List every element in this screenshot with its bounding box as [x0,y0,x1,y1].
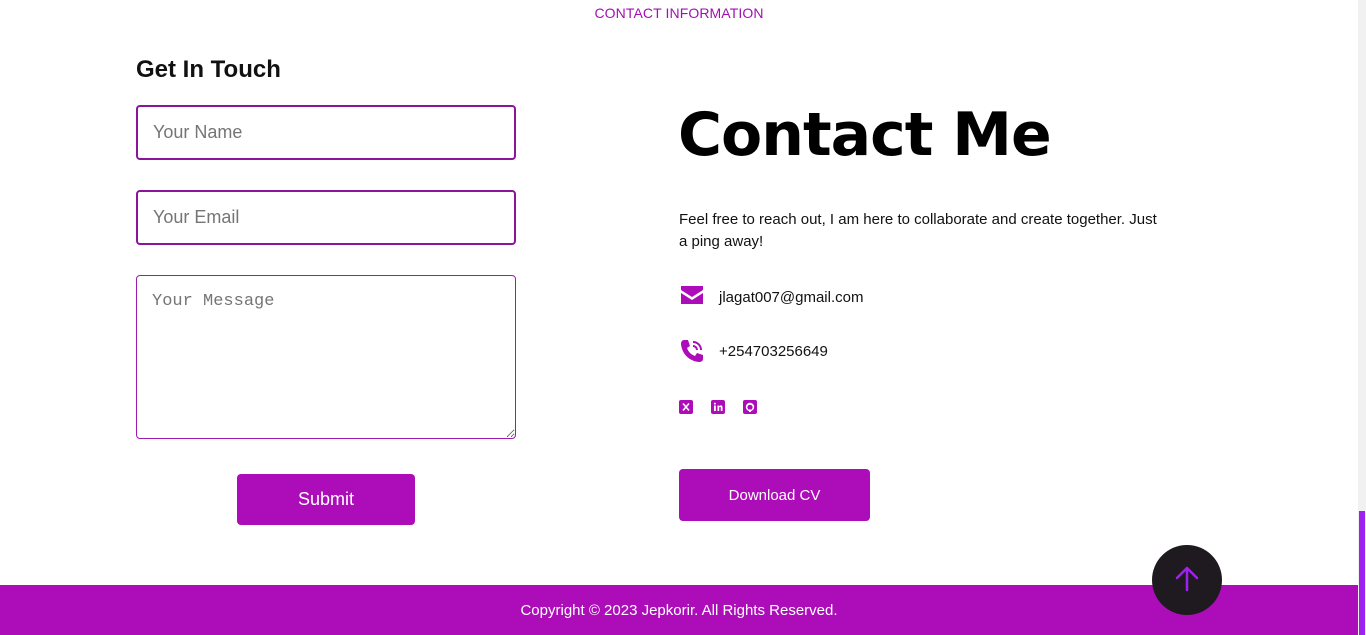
scrollbar-track[interactable] [1358,0,1366,635]
github-icon[interactable] [743,400,757,414]
linkedin-icon[interactable] [711,400,725,414]
submit-button[interactable]: Submit [237,474,415,525]
x-icon[interactable] [679,400,693,414]
phone-icon [679,338,705,364]
contact-heading: Contact Me [678,100,1052,170]
message-textarea[interactable] [136,275,516,439]
phone-row: +254703256649 [679,338,828,364]
email-input[interactable] [136,190,516,245]
email-text[interactable]: jlagat007@gmail.com [719,289,863,306]
download-cv-button[interactable]: Download CV [679,469,870,521]
name-input[interactable] [136,105,516,160]
section-label: CONTACT INFORMATION [594,5,764,21]
envelope-icon [679,284,705,310]
footer-copyright: Copyright © 2023 Jepkorir. All Rights Re… [520,601,838,619]
form-heading: Get In Touch [136,56,281,83]
scrollbar-thumb[interactable] [1359,511,1365,635]
contact-intro: Feel free to reach out, I am here to col… [679,211,1157,250]
scroll-to-top-button[interactable] [1152,545,1222,615]
email-row: jlagat007@gmail.com [679,284,863,310]
arrow-up-icon [1172,563,1202,598]
phone-text[interactable]: +254703256649 [719,343,828,360]
social-links [679,400,757,414]
